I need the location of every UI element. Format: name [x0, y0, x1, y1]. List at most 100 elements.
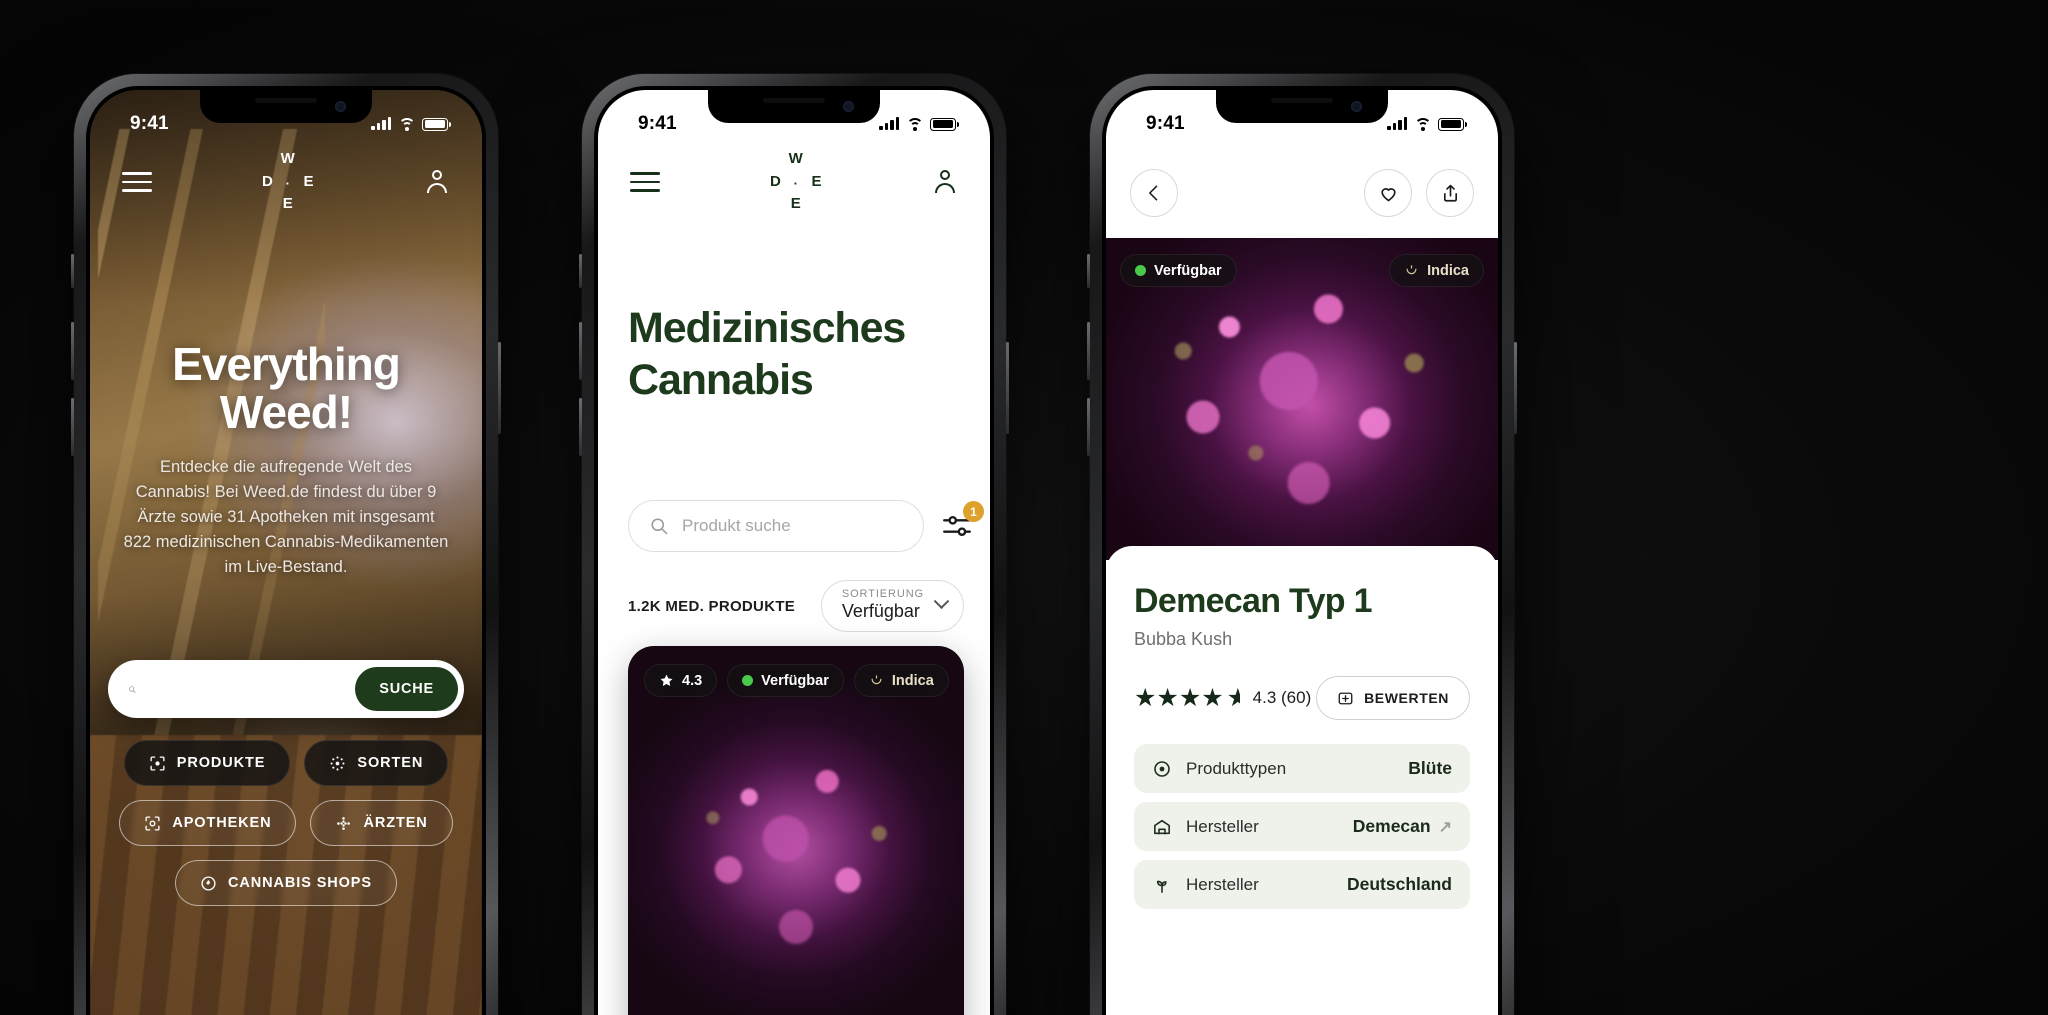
info-label: Hersteller [1186, 816, 1259, 836]
product-card-chip-row: 4.3 Verfügbar Indica [644, 664, 949, 697]
phone3-notch [1216, 90, 1388, 123]
phone1-power-button[interactable] [498, 342, 501, 434]
phone3-volume-up[interactable] [1087, 322, 1090, 380]
product-search-bar[interactable] [628, 500, 924, 552]
product-search-input[interactable] [682, 516, 903, 536]
phone1-status-icons [371, 117, 451, 131]
pill-produkte[interactable]: PRODUKTE [123, 740, 291, 786]
search-icon [129, 685, 136, 693]
phone3-mute-switch[interactable] [1087, 254, 1090, 288]
star-half-icon: ★ [1226, 684, 1240, 712]
pill-row-2: APOTHEKEN ÄRZTEN [90, 800, 482, 846]
filter-button[interactable]: 1 [940, 501, 984, 543]
pill-sorten[interactable]: SORTEN [304, 740, 449, 786]
brand-logo[interactable]: W D · E E [258, 151, 318, 213]
sort-dropdown-value: Verfügbar [841, 601, 920, 621]
phone1-volume-up[interactable] [71, 322, 74, 380]
logo-letter-w: W [788, 150, 804, 167]
battery-icon [1438, 117, 1467, 131]
strain-type-chip: Indica [853, 664, 949, 697]
rating-group: ★★★★ ★ 4.3 (60) [1134, 683, 1311, 713]
phone2-volume-down[interactable] [579, 398, 582, 456]
product-info-list: Produkttypen Blüte Hersteller Demecan ↗ … [1134, 744, 1470, 909]
favorite-button[interactable] [1364, 169, 1412, 217]
product-card[interactable]: 4.3 Verfügbar Indica [628, 646, 964, 1015]
cellular-signal-icon [371, 117, 391, 130]
info-value: Demecan ↗ [1352, 816, 1452, 836]
battery-icon [930, 117, 959, 131]
listing-meta-row: 1.2K MED. PRODUKTE SORTIERUNG Verfügbar [628, 580, 964, 632]
star-icon [660, 674, 673, 686]
info-row-herkunft[interactable]: Hersteller Deutschland [1134, 860, 1470, 909]
pill-apotheken[interactable]: APOTHEKEN [119, 800, 297, 846]
menu-icon[interactable] [122, 172, 152, 192]
strain-type-label: Indica [1427, 262, 1469, 279]
info-row-hersteller[interactable]: Hersteller Demecan ↗ [1134, 802, 1470, 851]
logo-letter-w: W [280, 150, 296, 167]
product-rating-row: ★★★★ ★ 4.3 (60) BEWERTEN [1134, 676, 1470, 720]
rate-product-button[interactable]: BEWERTEN [1316, 676, 1470, 720]
sort-dropdown-label: SORTIERUNG [841, 588, 924, 600]
phone1-mute-switch[interactable] [71, 254, 74, 288]
pill-apotheken-label: APOTHEKEN [172, 815, 272, 831]
rating-text: 4.3 (60) [1252, 688, 1312, 707]
hero-search-button[interactable]: SUCHE [355, 667, 458, 711]
phone3-clock: 9:41 [1146, 113, 1185, 134]
search-icon [651, 518, 668, 535]
phone1-bezel: 9:41 W D · E E Everything Weed! Entdecke… [86, 86, 486, 1015]
info-value: Deutschland [1346, 874, 1452, 894]
logo-center-dot: · [285, 176, 291, 191]
product-hero-image: Verfügbar Indica [1106, 238, 1498, 560]
phone2-power-button[interactable] [1006, 342, 1009, 434]
chevron-down-icon [933, 592, 950, 609]
pill-row-3: CANNABIS SHOPS [90, 860, 482, 906]
listing-page-title: Medizinisches Cannabis [628, 304, 906, 405]
availability-chip: Verfügbar [1120, 254, 1237, 287]
chevron-left-icon [1149, 185, 1158, 201]
product-detail-body: Demecan Typ 1 Bubba Kush ★★★★ ★ 4.3 (60) [1106, 546, 1498, 1015]
drop-icon [1154, 760, 1170, 777]
star-rating-icons: ★★★★ ★ [1134, 683, 1240, 713]
phone1-volume-down[interactable] [71, 398, 74, 456]
cellular-signal-icon [1387, 117, 1407, 130]
back-button[interactable] [1130, 169, 1178, 217]
brand-logo[interactable]: W D · E E [766, 151, 826, 213]
hero-search-input[interactable] [136, 680, 356, 698]
listing-search-row: 1 [628, 500, 984, 552]
info-label: Hersteller [1186, 874, 1259, 894]
status-dot-icon [1135, 265, 1146, 276]
indica-moon-icon [1406, 265, 1417, 275]
sprout-icon [1156, 880, 1167, 893]
phone1-clock: 9:41 [130, 113, 169, 134]
phone2-app-bar: W D · E E [598, 150, 990, 214]
availability-label: Verfügbar [1154, 262, 1222, 279]
menu-icon[interactable] [630, 172, 660, 192]
pill-aerzten[interactable]: ÄRZTEN [310, 800, 453, 846]
phone1-screen: 9:41 W D · E E Everything Weed! Entdecke… [90, 90, 482, 1015]
phone2-screen: 9:41 W D · E E Medizinisches Cannabis Pr… [598, 90, 990, 1015]
account-icon[interactable] [932, 169, 958, 195]
phone3-power-button[interactable] [1514, 342, 1517, 434]
product-thumbnail-image [666, 719, 926, 980]
pill-cannabis-shops[interactable]: CANNABIS SHOPS [175, 860, 397, 906]
wifi-icon [906, 117, 923, 131]
phone-mockup-home: 9:41 W D · E E Everything Weed! Entdecke… [71, 74, 501, 1015]
pill-produkte-label: PRODUKTE [176, 755, 266, 771]
logo-letter-e2: E [790, 195, 802, 212]
pill-row-1: PRODUKTE SORTEN [90, 740, 482, 786]
phone2-mute-switch[interactable] [579, 254, 582, 288]
wifi-icon [1414, 117, 1431, 131]
filter-count-badge: 1 [963, 501, 984, 522]
rating-value: 4.3 [682, 672, 703, 689]
share-button[interactable] [1426, 169, 1474, 217]
account-icon[interactable] [424, 169, 450, 195]
rate-product-label: BEWERTEN [1364, 690, 1449, 706]
phone2-volume-up[interactable] [579, 322, 582, 380]
category-pill-group: PRODUKTE SORTEN APOTHEKEN ÄRZTEN CANNABI… [90, 740, 482, 920]
strain-type-label: Indica [891, 672, 934, 689]
sort-dropdown[interactable]: SORTIERUNG Verfügbar [820, 580, 964, 632]
info-row-produkttypen[interactable]: Produkttypen Blüte [1134, 744, 1470, 793]
availability-chip: Verfügbar [727, 664, 844, 697]
phone3-volume-down[interactable] [1087, 398, 1090, 456]
hero-search-bar[interactable]: SUCHE [108, 660, 464, 718]
